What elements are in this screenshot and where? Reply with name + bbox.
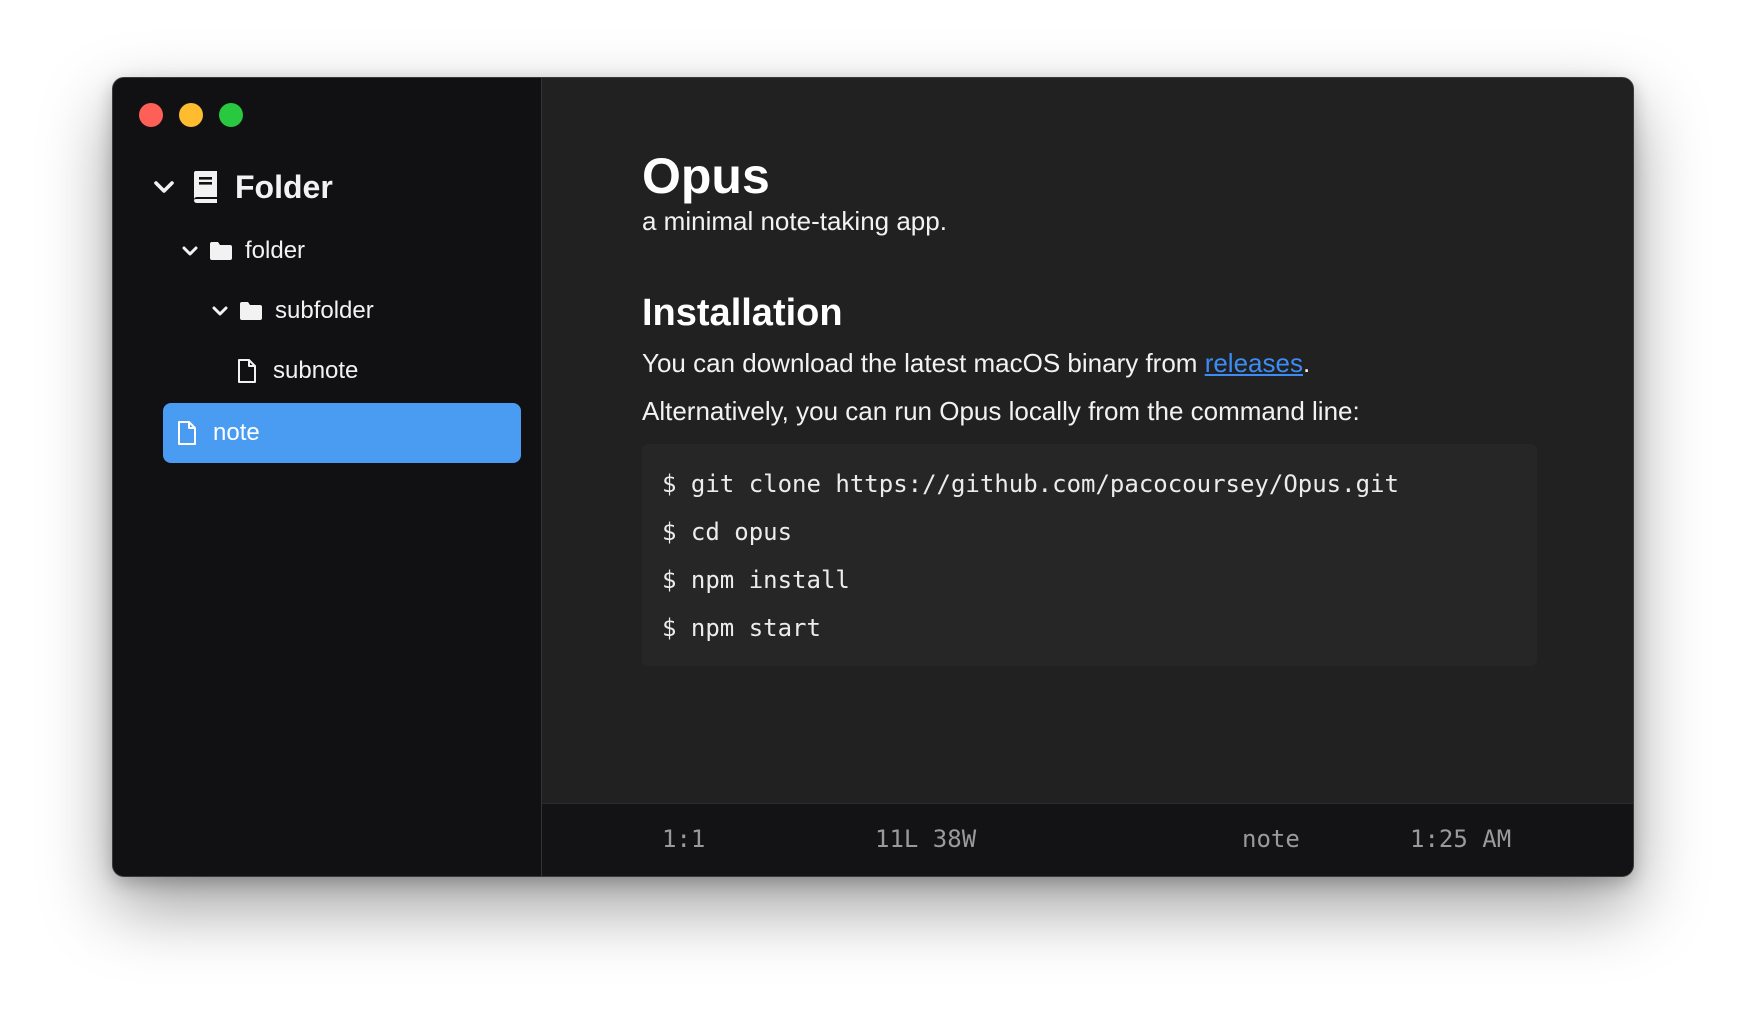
sidebar-item-note[interactable]: note [163,403,521,463]
chevron-down-icon[interactable] [151,174,177,200]
document-title: Opus [642,148,770,204]
releases-link[interactable]: releases [1205,348,1303,378]
chevron-down-icon[interactable] [179,240,201,262]
sidebar-root-folder[interactable]: Folder [151,159,333,215]
sidebar-item-label: subnote [273,357,359,384]
sidebar-item-label: subfolder [275,297,374,324]
app-window: Folder folder subfolder subnote note Opu… [112,77,1634,877]
code-line: $ cd opus [662,518,793,546]
cursor-position: 1:1 [662,825,706,853]
code-line: $ npm start [662,614,821,642]
section-heading: Installation [642,292,843,334]
sidebar-item-folder[interactable]: folder [179,223,305,279]
current-filename: note [1242,825,1300,853]
code-line: $ git clone https://github.com/pacocours… [662,470,1399,498]
zoom-window-button[interactable] [219,103,243,127]
document-subtitle: a minimal note-taking app. [642,206,947,236]
download-suffix: . [1302,348,1311,378]
code-block: $ git clone https://github.com/pacocours… [642,444,1537,666]
sidebar-item-subfolder[interactable]: subfolder [209,283,374,339]
file-icon [177,420,197,446]
minimize-window-button[interactable] [179,103,203,127]
editor-pane[interactable]: Opus a minimal note-taking app. Installa… [542,78,1633,805]
book-icon [191,170,219,204]
file-icon [237,358,257,384]
chevron-down-icon[interactable] [209,300,231,322]
sidebar: Folder folder subfolder subnote note [113,78,542,876]
clock-time: 1:25 AM [1410,825,1512,853]
folder-icon [239,301,263,321]
alternative-paragraph: Alternatively, you can run Opus locally … [642,396,1360,426]
code-line: $ npm install [662,566,850,594]
folder-icon [209,241,233,261]
close-window-button[interactable] [139,103,163,127]
status-bar: 1:1 11L 38W note 1:25 AM [542,803,1633,876]
sidebar-root-label: Folder [235,168,333,205]
sidebar-item-label: note [213,419,260,446]
sidebar-item-subnote[interactable]: subnote [237,343,358,399]
document-content[interactable]: Opus a minimal note-taking app. Installa… [642,148,1537,666]
window-controls [139,103,243,127]
download-text: You can download the latest macOS binary… [642,348,1205,378]
line-word-count: 11L 38W [875,825,977,853]
sidebar-item-label: folder [245,237,306,264]
download-paragraph: You can download the latest macOS binary… [642,346,1537,380]
